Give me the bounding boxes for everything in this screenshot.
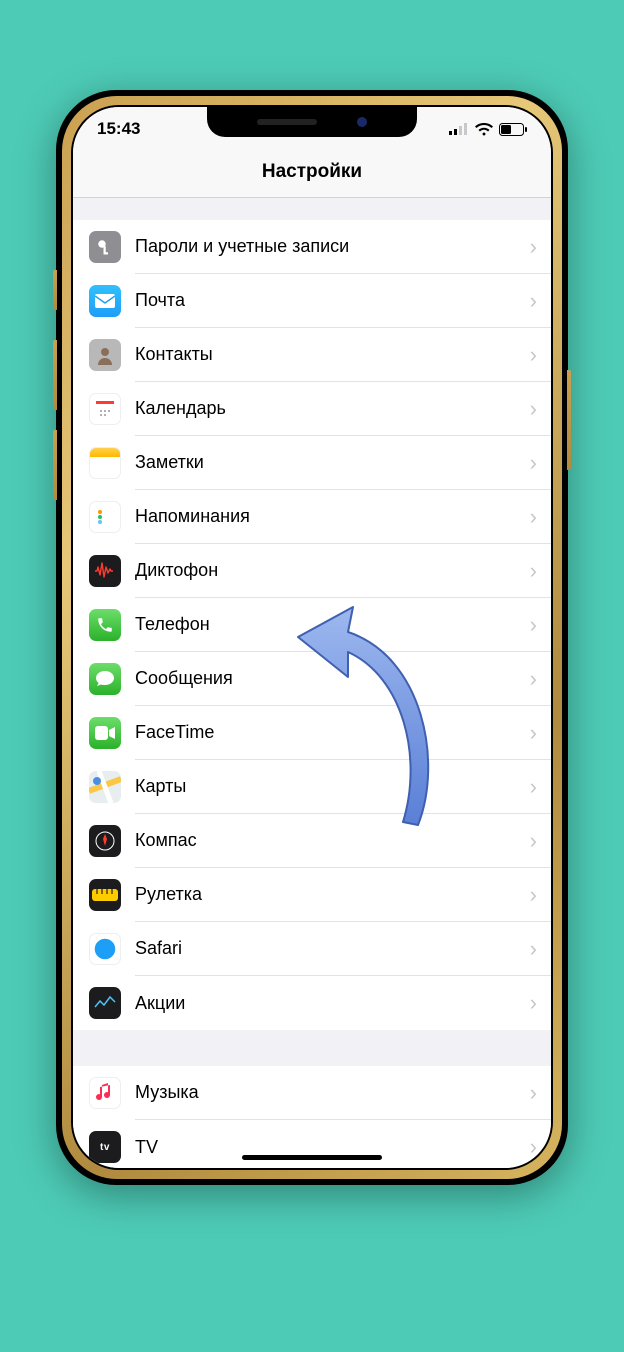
chevron-right-icon: › bbox=[530, 882, 537, 908]
music-icon bbox=[89, 1077, 121, 1109]
wifi-icon bbox=[475, 123, 493, 136]
voicememo-icon bbox=[89, 555, 121, 587]
notch bbox=[207, 107, 417, 137]
home-indicator[interactable] bbox=[242, 1155, 382, 1160]
settings-group-apps: Пароли и учетные записи › Почта › bbox=[73, 220, 551, 1030]
section-gap bbox=[73, 198, 551, 220]
settings-group-media: Музыка › tv TV › bbox=[73, 1066, 551, 1168]
maps-icon bbox=[89, 771, 121, 803]
chevron-right-icon: › bbox=[530, 774, 537, 800]
row-label: Карты bbox=[135, 776, 530, 797]
mail-icon bbox=[89, 285, 121, 317]
row-label: FaceTime bbox=[135, 722, 530, 743]
chevron-right-icon: › bbox=[530, 504, 537, 530]
row-label: Акции bbox=[135, 993, 530, 1014]
row-safari[interactable]: Safari › bbox=[73, 922, 551, 976]
screen: 15:43 bbox=[73, 107, 551, 1168]
row-contacts[interactable]: Контакты › bbox=[73, 328, 551, 382]
notes-icon bbox=[89, 447, 121, 479]
row-compass[interactable]: Компас › bbox=[73, 814, 551, 868]
row-passwords[interactable]: Пароли и учетные записи › bbox=[73, 220, 551, 274]
page-title: Настройки bbox=[73, 161, 551, 183]
contacts-icon bbox=[89, 339, 121, 371]
row-phone[interactable]: Телефон › bbox=[73, 598, 551, 652]
volume-up-button bbox=[53, 340, 57, 410]
row-label: Напоминания bbox=[135, 506, 530, 527]
row-mail[interactable]: Почта › bbox=[73, 274, 551, 328]
chevron-right-icon: › bbox=[530, 828, 537, 854]
chevron-right-icon: › bbox=[530, 990, 537, 1016]
chevron-right-icon: › bbox=[530, 234, 537, 260]
row-label: Safari bbox=[135, 938, 530, 959]
row-stocks[interactable]: Акции › bbox=[73, 976, 551, 1030]
row-label: Телефон bbox=[135, 614, 530, 635]
mute-switch bbox=[53, 270, 57, 310]
messages-icon bbox=[89, 663, 121, 695]
row-facetime[interactable]: FaceTime › bbox=[73, 706, 551, 760]
compass-icon bbox=[89, 825, 121, 857]
chevron-right-icon: › bbox=[530, 558, 537, 584]
cellular-icon bbox=[449, 123, 469, 135]
row-reminders[interactable]: Напоминания › bbox=[73, 490, 551, 544]
chevron-right-icon: › bbox=[530, 288, 537, 314]
chevron-right-icon: › bbox=[530, 396, 537, 422]
row-tv[interactable]: tv TV › bbox=[73, 1120, 551, 1168]
facetime-icon bbox=[89, 717, 121, 749]
calendar-icon bbox=[89, 393, 121, 425]
chevron-right-icon: › bbox=[530, 1080, 537, 1106]
row-messages[interactable]: Сообщения › bbox=[73, 652, 551, 706]
stocks-icon bbox=[89, 987, 121, 1019]
status-time: 15:43 bbox=[97, 119, 140, 139]
chevron-right-icon: › bbox=[530, 450, 537, 476]
section-gap bbox=[73, 1030, 551, 1066]
chevron-right-icon: › bbox=[530, 720, 537, 746]
chevron-right-icon: › bbox=[530, 342, 537, 368]
row-label: Диктофон bbox=[135, 560, 530, 581]
row-label: Рулетка bbox=[135, 884, 530, 905]
row-notes[interactable]: Заметки › bbox=[73, 436, 551, 490]
row-measure[interactable]: Рулетка › bbox=[73, 868, 551, 922]
row-label: Календарь bbox=[135, 398, 530, 419]
key-icon bbox=[89, 231, 121, 263]
tv-icon: tv bbox=[89, 1131, 121, 1163]
row-calendar[interactable]: Календарь › bbox=[73, 382, 551, 436]
row-label: Сообщения bbox=[135, 668, 530, 689]
settings-header: Настройки bbox=[73, 151, 551, 198]
phone-frame: 15:43 bbox=[56, 90, 568, 1185]
reminders-icon bbox=[89, 501, 121, 533]
chevron-right-icon: › bbox=[530, 666, 537, 692]
chevron-right-icon: › bbox=[530, 936, 537, 962]
power-button bbox=[567, 370, 571, 470]
row-voicememos[interactable]: Диктофон › bbox=[73, 544, 551, 598]
row-music[interactable]: Музыка › bbox=[73, 1066, 551, 1120]
row-label: Контакты bbox=[135, 344, 530, 365]
row-label: Заметки bbox=[135, 452, 530, 473]
row-label: Компас bbox=[135, 830, 530, 851]
safari-icon bbox=[89, 933, 121, 965]
phone-icon bbox=[89, 609, 121, 641]
row-maps[interactable]: Карты › bbox=[73, 760, 551, 814]
row-label: Музыка bbox=[135, 1082, 530, 1103]
measure-icon bbox=[89, 879, 121, 911]
chevron-right-icon: › bbox=[530, 612, 537, 638]
battery-icon bbox=[499, 123, 527, 136]
row-label: Почта bbox=[135, 290, 530, 311]
volume-down-button bbox=[53, 430, 57, 500]
row-label: Пароли и учетные записи bbox=[135, 236, 530, 257]
chevron-right-icon: › bbox=[530, 1134, 537, 1160]
